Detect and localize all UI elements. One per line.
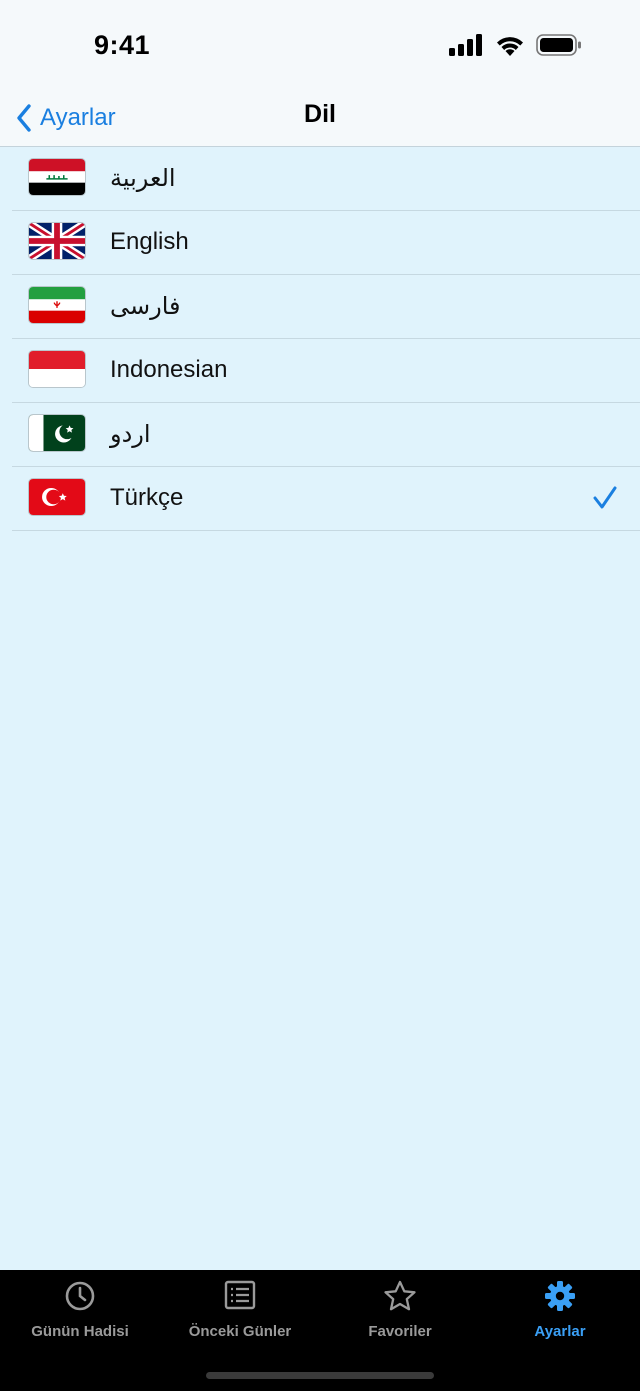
language-label: English <box>110 228 189 255</box>
pakistan-flag-icon <box>28 414 86 452</box>
language-list: العربية English فارسی Indonesian اردو Tü… <box>0 147 640 531</box>
tab-gunun-hadisi[interactable]: Günün Hadisi <box>0 1270 160 1350</box>
language-label: Indonesian <box>110 356 228 383</box>
language-label: فارسی <box>110 293 181 320</box>
language-label: Türkçe <box>110 484 184 511</box>
iran-flag-icon <box>28 286 86 324</box>
tab-onceki-gunler[interactable]: Önceki Günler <box>160 1270 320 1350</box>
tab-label: Günün Hadisi <box>31 1323 129 1340</box>
language-label: اردو <box>110 421 151 448</box>
tab-ayarlar[interactable]: Ayarlar <box>480 1270 640 1350</box>
tab-label: Önceki Günler <box>188 1323 292 1340</box>
tab-label: Ayarlar <box>534 1323 586 1340</box>
navigation-bar: Ayarlar Dil <box>0 90 640 147</box>
language-row-english[interactable]: English <box>12 211 640 275</box>
status-icons <box>449 34 582 60</box>
gear-icon <box>480 1280 640 1314</box>
status-time: 9:41 <box>94 30 151 60</box>
turkey-flag-icon <box>28 478 86 516</box>
iraq-flag-icon <box>28 158 86 196</box>
battery-icon <box>536 34 582 56</box>
indonesia-flag-icon <box>28 350 86 388</box>
star-icon <box>320 1280 480 1314</box>
language-label: العربية <box>110 165 176 192</box>
language-row-urdu[interactable]: اردو <box>12 403 640 467</box>
list-icon <box>160 1280 320 1314</box>
cellular-signal-icon <box>449 34 487 56</box>
tab-favoriler[interactable]: Favoriler <box>320 1270 480 1350</box>
wifi-icon <box>496 36 528 56</box>
language-row-turkish[interactable]: Türkçe <box>12 467 640 531</box>
language-row-indonesian[interactable]: Indonesian <box>12 339 640 403</box>
home-indicator <box>206 1372 434 1379</box>
language-row-persian[interactable]: فارسی <box>12 275 640 339</box>
status-bar: 9:41 <box>0 0 640 90</box>
page-title: Dil <box>304 100 336 128</box>
tab-label: Favoriler <box>368 1323 432 1340</box>
language-row-arabic[interactable]: العربية <box>12 147 640 211</box>
checkmark-icon <box>592 485 618 516</box>
uk-flag-icon <box>28 222 86 260</box>
clock-icon <box>0 1280 160 1314</box>
